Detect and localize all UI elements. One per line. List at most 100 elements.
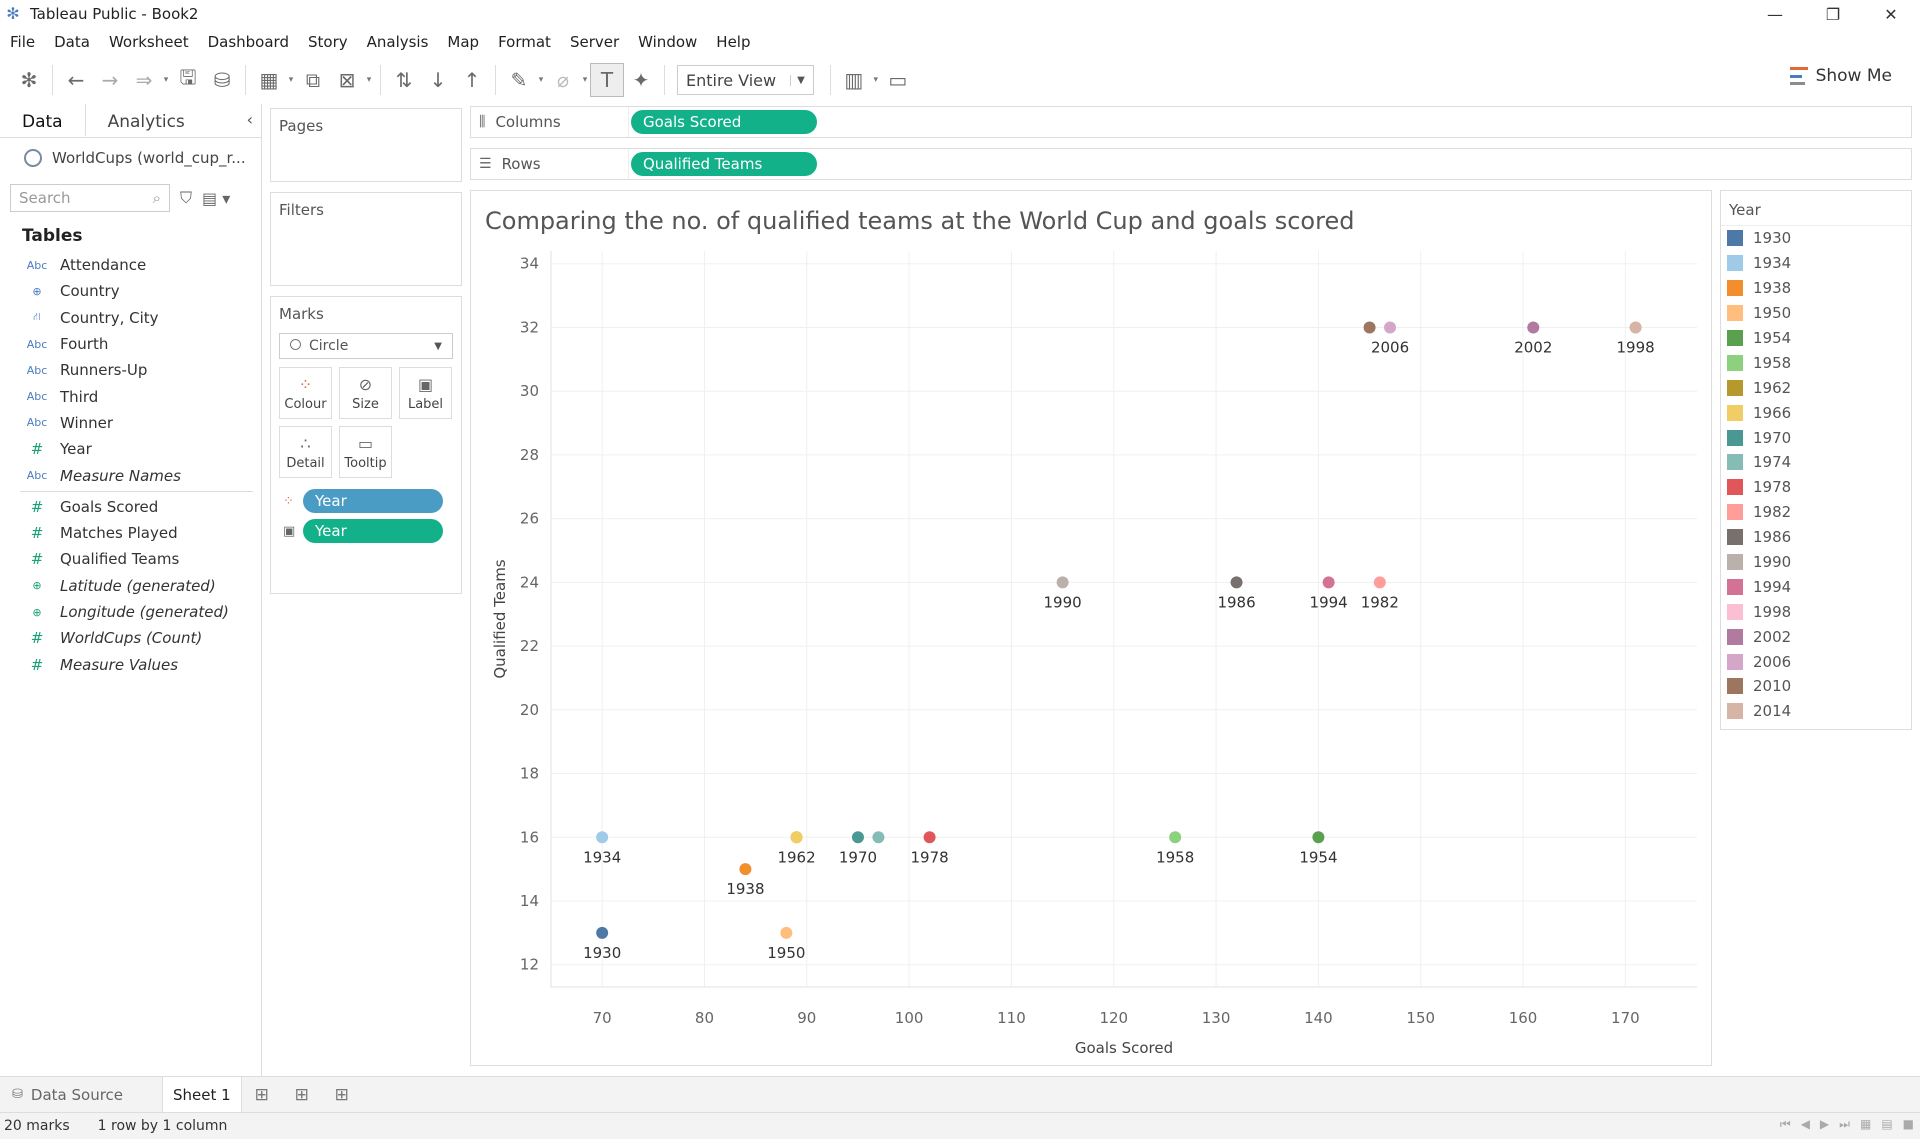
last-sheet-icon[interactable]: ⏭ (1839, 1117, 1850, 1132)
data-point[interactable] (851, 831, 864, 844)
menu-format[interactable]: Format (498, 33, 551, 51)
collapse-pane-icon[interactable]: ‹ (247, 110, 253, 129)
clear-sheet-dropdown-icon[interactable]: ▾ (364, 75, 374, 85)
filmstrip-icon[interactable]: ▤ (1881, 1117, 1892, 1132)
show-cards-dropdown-icon[interactable]: ▾ (871, 75, 881, 85)
menu-data[interactable]: Data (54, 33, 90, 51)
field-item[interactable]: ⛙ Country, City (0, 305, 261, 331)
menu-help[interactable]: Help (716, 33, 750, 51)
tooltip-button[interactable]: ▭ Tooltip (339, 426, 392, 478)
data-point[interactable] (1527, 321, 1540, 334)
highlight-dropdown-icon[interactable]: ▾ (536, 75, 546, 85)
legend-item[interactable]: 2014 (1721, 699, 1911, 724)
replay-icon[interactable]: ⇒ (127, 63, 161, 97)
data-point[interactable] (780, 926, 793, 939)
data-source-tab[interactable]: ⛁ Data Source (0, 1077, 162, 1112)
new-worksheet-dropdown-icon[interactable]: ▾ (286, 75, 296, 85)
new-worksheet-icon[interactable]: ▦ (252, 63, 286, 97)
pages-shelf[interactable]: Pages (270, 108, 462, 182)
data-point[interactable] (1322, 576, 1335, 589)
sheet-tab[interactable]: Sheet 1 (162, 1077, 242, 1112)
legend-item[interactable]: 2002 (1721, 624, 1911, 649)
field-item[interactable]: # Qualified Teams (0, 546, 261, 572)
legend-item[interactable]: 2006 (1721, 649, 1911, 674)
legend-item[interactable]: 1978 (1721, 475, 1911, 500)
legend-item[interactable]: 1982 (1721, 500, 1911, 525)
show-mark-labels-icon[interactable]: T (590, 63, 624, 97)
menu-map[interactable]: Map (447, 33, 479, 51)
close-icon[interactable]: ✕ (1862, 0, 1920, 28)
clear-sheet-icon[interactable]: ⊠ (330, 63, 364, 97)
data-point[interactable] (1363, 321, 1376, 334)
colour-button[interactable]: ⁘ Colour (279, 367, 332, 419)
legend-item[interactable]: 1962 (1721, 375, 1911, 400)
field-item[interactable]: Abc Attendance (0, 252, 261, 278)
data-point[interactable] (790, 831, 803, 844)
field-item[interactable]: # WorldCups (Count) (0, 625, 261, 651)
legend-item[interactable]: 1930 (1721, 226, 1911, 251)
menu-worksheet[interactable]: Worksheet (109, 33, 189, 51)
datasource-item[interactable]: WorldCups (world_cup_r... (0, 138, 261, 178)
fix-axes-icon[interactable]: ✦ (624, 63, 658, 97)
field-item[interactable]: Abc Measure Names (0, 462, 261, 488)
field-item[interactable]: Abc Runners-Up (0, 357, 261, 383)
legend-item[interactable]: 1994 (1721, 574, 1911, 599)
new-story-icon[interactable]: ⊞ (322, 1085, 362, 1105)
field-item[interactable]: ⊕ Latitude (generated) (0, 573, 261, 599)
swap-axes-icon[interactable]: ⇅ (387, 63, 421, 97)
first-sheet-icon[interactable]: ⏮ (1780, 1117, 1791, 1132)
data-point[interactable] (1230, 576, 1243, 589)
field-item[interactable]: # Measure Values (0, 651, 261, 677)
new-datasource-icon[interactable]: ⛁ (205, 63, 239, 97)
data-point[interactable] (596, 831, 609, 844)
rows-shelf[interactable]: ☰ Rows Qualified Teams (470, 148, 1912, 180)
menu-dashboard[interactable]: Dashboard (208, 33, 289, 51)
columns-shelf[interactable]: ⫼ Columns Goals Scored (470, 106, 1912, 138)
menu-analysis[interactable]: Analysis (367, 33, 429, 51)
legend-item[interactable]: 1966 (1721, 400, 1911, 425)
search-input[interactable]: Search ⌕ (10, 184, 170, 212)
data-point[interactable] (872, 831, 885, 844)
presentation-mode-icon[interactable]: ▭ (881, 63, 915, 97)
legend-item[interactable]: 1998 (1721, 599, 1911, 624)
legend-item[interactable]: 1970 (1721, 425, 1911, 450)
sort-descending-icon[interactable]: ↑ (455, 63, 489, 97)
menu-file[interactable]: File (10, 33, 35, 51)
show-me-button[interactable]: Show Me (1789, 66, 1892, 86)
data-point[interactable] (596, 926, 609, 939)
data-point[interactable] (1056, 576, 1069, 589)
minimize-icon[interactable]: — (1746, 0, 1804, 28)
field-item[interactable]: # Goals Scored (0, 494, 261, 520)
tabs-view-icon[interactable]: ■ (1903, 1117, 1914, 1132)
data-point[interactable] (739, 863, 752, 876)
qualified-teams-pill[interactable]: Qualified Teams (631, 152, 817, 176)
sort-ascending-icon[interactable]: ↓ (421, 63, 455, 97)
detail-button[interactable]: ∴ Detail (279, 426, 332, 478)
field-item[interactable]: ⊕ Country (0, 278, 261, 304)
label-button[interactable]: ▣ Label (399, 367, 452, 419)
field-item[interactable]: ⊕ Longitude (generated) (0, 599, 261, 625)
size-button[interactable]: ⊘ Size (339, 367, 392, 419)
group-dropdown-icon[interactable]: ▾ (580, 75, 590, 85)
group-members-icon[interactable]: ⌀ (546, 63, 580, 97)
menu-story[interactable]: Story (308, 33, 348, 51)
highlight-icon[interactable]: ✎ (502, 63, 536, 97)
view-options-icon[interactable]: ▤ ▾ (202, 189, 230, 208)
menu-server[interactable]: Server (570, 33, 619, 51)
menu-window[interactable]: Window (638, 33, 697, 51)
mark-type-select[interactable]: Circle ▼ (279, 333, 453, 359)
tab-analytics[interactable]: Analytics (86, 104, 207, 137)
data-point[interactable] (1373, 576, 1386, 589)
data-point[interactable] (1169, 831, 1182, 844)
fit-select[interactable]: Entire View ▼ (677, 65, 814, 95)
field-item[interactable]: Abc Fourth (0, 331, 261, 357)
legend-item[interactable]: 1958 (1721, 350, 1911, 375)
tableau-home-icon[interactable]: ✻ (12, 63, 46, 97)
field-item[interactable]: Abc Winner (0, 410, 261, 436)
data-point[interactable] (1312, 831, 1325, 844)
data-point[interactable] (1384, 321, 1397, 334)
sheet-sorter-icon[interactable]: ▦ (1860, 1117, 1871, 1132)
colour-year-pill[interactable]: Year (303, 489, 443, 513)
label-year-pill[interactable]: Year (303, 519, 443, 543)
filters-shelf[interactable]: Filters (270, 192, 462, 286)
